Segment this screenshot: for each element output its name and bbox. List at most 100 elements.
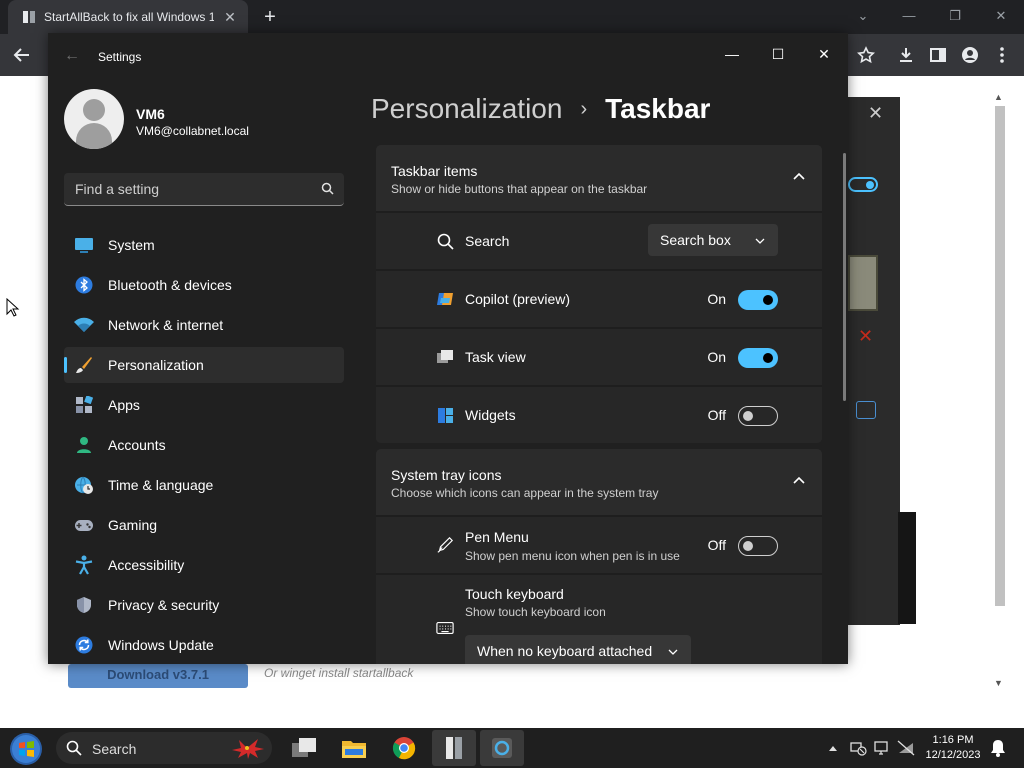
- nav-item-network[interactable]: Network & internet: [64, 307, 344, 343]
- globe-clock-icon: [74, 475, 94, 495]
- browser-tab[interactable]: StartAllBack to fix all Windows 11 ✕: [8, 0, 248, 34]
- settings-back-icon[interactable]: ←: [64, 47, 80, 65]
- system-tray-header[interactable]: System tray icons Choose which icons can…: [376, 449, 822, 515]
- nav-item-accounts[interactable]: Accounts: [64, 427, 344, 463]
- minimize-icon[interactable]: —: [894, 4, 924, 28]
- copilot-row: Copilot (preview) On: [376, 269, 822, 327]
- search-icon[interactable]: [321, 182, 334, 200]
- widgets-toggle[interactable]: [738, 406, 778, 426]
- search-mode-dropdown[interactable]: Search box: [648, 224, 778, 256]
- scroll-up-icon[interactable]: ▲: [994, 92, 1003, 102]
- chevron-up-icon[interactable]: [792, 169, 806, 183]
- nav-item-apps[interactable]: Apps: [64, 387, 344, 423]
- breadcrumb: Personalization › Taskbar: [371, 91, 710, 127]
- page-favicon-icon: [22, 10, 36, 24]
- find-setting-input[interactable]: [64, 173, 304, 204]
- settings-nav: System Bluetooth & devices Network & int…: [64, 227, 344, 664]
- winget-text: Or winget install startallback: [264, 666, 414, 680]
- taskbar-clock[interactable]: 1:16 PM 12/12/2023: [920, 733, 986, 763]
- nav-item-system[interactable]: System: [64, 227, 344, 263]
- menu-dots-icon[interactable]: [990, 43, 1014, 67]
- nav-label: Network & internet: [108, 317, 224, 333]
- tab-search-icon[interactable]: ⌄: [848, 4, 878, 28]
- nav-label: Accounts: [108, 437, 166, 453]
- breadcrumb-parent[interactable]: Personalization: [371, 93, 562, 125]
- touch-keyboard-label: Touch keyboard: [465, 586, 564, 602]
- settings-app-button[interactable]: [480, 730, 524, 766]
- nav-item-windows-update[interactable]: Windows Update: [64, 627, 344, 663]
- copilot-toggle[interactable]: [738, 290, 778, 310]
- group-title: Taskbar items: [391, 163, 478, 179]
- nav-label: Personalization: [108, 357, 204, 373]
- start-button[interactable]: [8, 731, 44, 767]
- search-icon: [66, 740, 82, 761]
- pen-menu-row: Pen Menu Show pen menu icon when pen is …: [376, 515, 822, 573]
- settings-maximize-icon[interactable]: ☐: [758, 39, 798, 69]
- new-tab-button[interactable]: +: [258, 5, 282, 29]
- page-scrollbar[interactable]: ▲ ▼: [993, 92, 1007, 692]
- bookmark-star-icon[interactable]: [854, 43, 878, 67]
- nav-item-gaming[interactable]: Gaming: [64, 507, 344, 543]
- settings-titlebar: ← Settings — ☐ ✕: [48, 33, 848, 81]
- play-icon: [856, 401, 876, 419]
- profile-icon[interactable]: [958, 43, 982, 67]
- find-setting: [64, 173, 344, 206]
- scroll-down-icon[interactable]: ▼: [994, 678, 1003, 688]
- nav-label: Gaming: [108, 517, 158, 533]
- startallback-button[interactable]: [432, 730, 476, 766]
- dropdown-value: Search box: [660, 232, 731, 248]
- tab-close-icon[interactable]: ✕: [222, 9, 238, 26]
- settings-content: Taskbar items Show or hide buttons that …: [376, 145, 822, 664]
- user-email: VM6@collabnet.local: [136, 124, 249, 138]
- background-dialog-close-icon[interactable]: ✕: [868, 103, 883, 124]
- group-subtitle: Choose which icons can appear in the sys…: [391, 486, 659, 500]
- download-icon[interactable]: [894, 43, 918, 67]
- nav-item-privacy[interactable]: Privacy & security: [64, 587, 344, 623]
- network-icon[interactable]: [870, 728, 894, 768]
- nav-item-time-language[interactable]: Time & language: [64, 467, 344, 503]
- taskbar-items-group: Taskbar items Show or hide buttons that …: [376, 145, 822, 443]
- restore-icon[interactable]: ❐: [940, 4, 970, 28]
- settings-scrollbar[interactable]: [843, 153, 846, 401]
- nav-label: Accessibility: [108, 557, 185, 573]
- widgets-row: Widgets Off: [376, 385, 822, 443]
- background-strip: [898, 512, 916, 624]
- display-off-icon[interactable]: [846, 728, 870, 768]
- settings-window: ← Settings — ☐ ✕ VM6 VM6@collabnet.local…: [48, 33, 848, 664]
- task-view-button[interactable]: [282, 730, 326, 766]
- pen-menu-toggle[interactable]: [738, 536, 778, 556]
- download-button[interactable]: Download v3.7.1: [68, 664, 248, 688]
- taskbar-items-header[interactable]: Taskbar items Show or hide buttons that …: [376, 145, 822, 211]
- task-view-toggle[interactable]: [738, 348, 778, 368]
- side-panel-icon[interactable]: [926, 43, 950, 67]
- volume-off-icon[interactable]: [894, 728, 918, 768]
- close-window-icon[interactable]: ✕: [986, 4, 1016, 28]
- group-title: System tray icons: [391, 467, 502, 483]
- taskbar-search[interactable]: Search: [56, 732, 272, 764]
- notification-bell-icon[interactable]: [988, 728, 1008, 768]
- chevron-up-icon[interactable]: [792, 473, 806, 487]
- nav-label: Time & language: [108, 477, 214, 493]
- settings-minimize-icon[interactable]: —: [712, 39, 752, 69]
- gamepad-icon: [74, 515, 94, 535]
- taskbar-search-label: Search: [92, 741, 137, 757]
- nav-item-accessibility[interactable]: Accessibility: [64, 547, 344, 583]
- search-icon: [436, 232, 454, 250]
- chevron-down-icon: [754, 234, 766, 246]
- tray-overflow-icon[interactable]: [824, 728, 842, 768]
- nav-item-bluetooth[interactable]: Bluetooth & devices: [64, 267, 344, 303]
- chevron-down-icon: [667, 645, 679, 657]
- user-profile[interactable]: VM6 VM6@collabnet.local: [64, 89, 364, 151]
- back-arrow-icon[interactable]: [10, 43, 34, 67]
- background-toggle: [848, 177, 878, 192]
- touch-keyboard-dropdown[interactable]: When no keyboard attached: [465, 635, 691, 664]
- nav-item-personalization[interactable]: Personalization: [64, 347, 344, 383]
- chrome-button[interactable]: [382, 730, 426, 766]
- widgets-state: Off: [707, 407, 726, 423]
- accessibility-icon: [74, 555, 94, 575]
- file-explorer-button[interactable]: [332, 730, 376, 766]
- browser-tab-bar: StartAllBack to fix all Windows 11 ✕ + ⌄…: [0, 0, 1024, 34]
- scroll-thumb[interactable]: [995, 106, 1005, 606]
- system-tray-group: System tray icons Choose which icons can…: [376, 449, 822, 664]
- settings-close-icon[interactable]: ✕: [804, 39, 844, 69]
